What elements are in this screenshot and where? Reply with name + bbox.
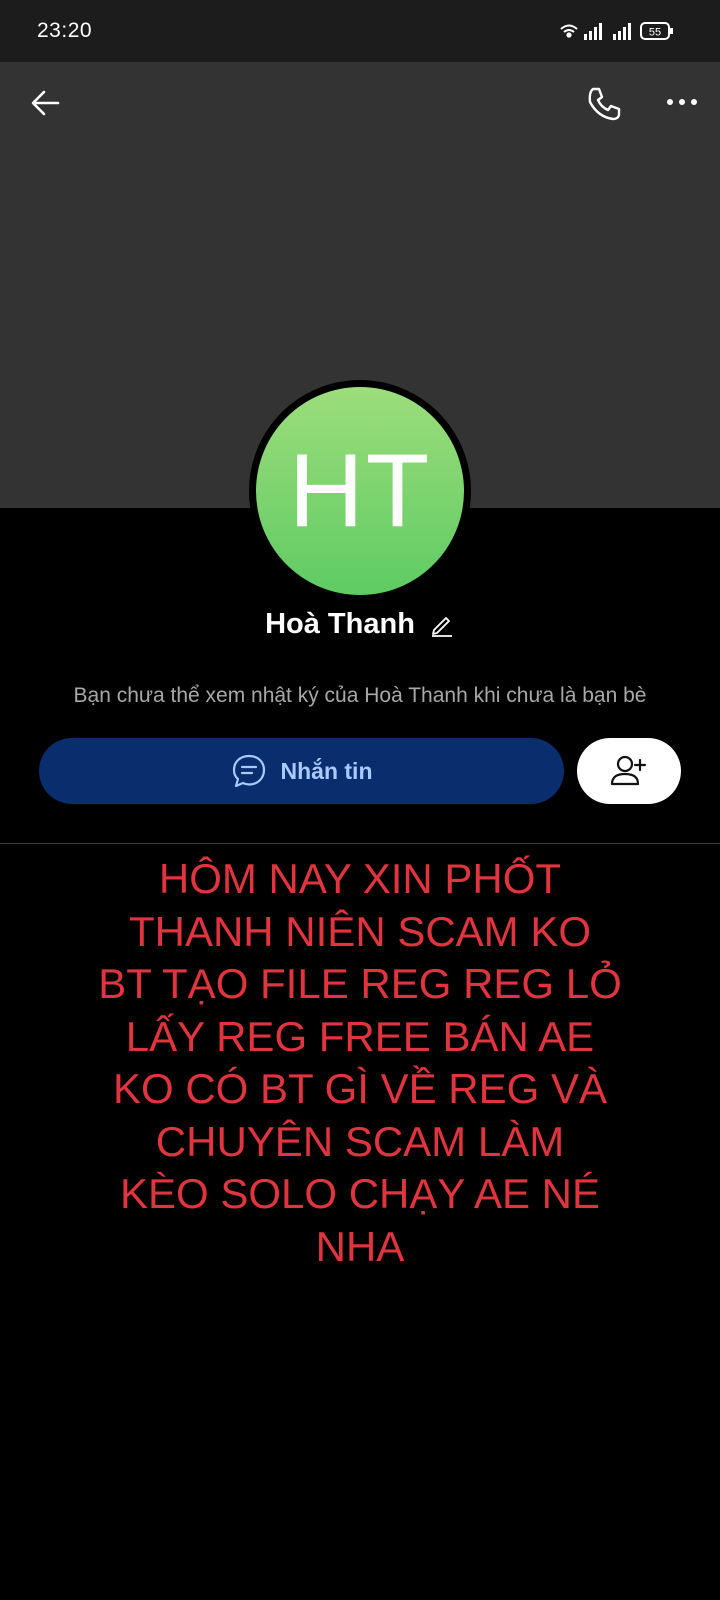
back-button[interactable] bbox=[26, 83, 66, 123]
more-options-button[interactable] bbox=[662, 84, 702, 124]
status-icons: 55 bbox=[560, 22, 673, 40]
message-button[interactable]: Nhắn tin bbox=[39, 738, 564, 804]
battery-level: 55 bbox=[649, 27, 661, 39]
status-time: 23:20 bbox=[37, 19, 93, 42]
battery-icon: 55 bbox=[640, 22, 673, 40]
signal-icon bbox=[613, 23, 631, 40]
avatar-initials: HT bbox=[288, 432, 432, 549]
profile-name-row: Hoà Thanh bbox=[0, 601, 720, 647]
phone-icon bbox=[588, 87, 621, 121]
status-bar: 23:20 55 bbox=[0, 0, 720, 62]
arrow-left-icon bbox=[31, 90, 60, 116]
post-line: NHA bbox=[315, 1222, 405, 1270]
post-line: THANH NIÊN SCAM KO bbox=[128, 907, 592, 955]
post-line: KÈO SOLO CHẠY AE NÉ bbox=[119, 1170, 601, 1217]
post-line: CHUYÊN SCAM LÀM bbox=[155, 1117, 565, 1165]
avatar[interactable]: HT bbox=[256, 387, 464, 595]
chat-bubble-icon bbox=[232, 754, 265, 788]
add-friend-button[interactable] bbox=[577, 738, 681, 804]
post-line: KO CÓ BT GÌ VỀ REG VÀ bbox=[112, 1065, 607, 1112]
edit-pencil-icon[interactable] bbox=[429, 611, 455, 637]
add-friend-icon bbox=[610, 755, 647, 786]
wifi-icon bbox=[560, 24, 578, 38]
message-button-label: Nhắn tin bbox=[280, 757, 373, 784]
call-button[interactable] bbox=[584, 84, 624, 124]
post-line: HÔM NAY XIN PHỐT bbox=[158, 855, 562, 902]
divider bbox=[0, 843, 720, 844]
more-dots-icon bbox=[667, 99, 697, 105]
diary-privacy-note: Bạn chưa thể xem nhật ký của Hoà Thanh k… bbox=[73, 684, 647, 707]
signal-icon bbox=[584, 23, 602, 40]
post-line: LẤY REG FREE BÁN AE bbox=[125, 1012, 595, 1060]
post-line: BT TẠO FILE REG REG LỎ bbox=[98, 960, 622, 1007]
post-text: HÔM NAY XIN PHỐT THANH NIÊN SCAM KO BT T… bbox=[0, 853, 720, 1273]
profile-name: Hoà Thanh bbox=[265, 607, 415, 640]
